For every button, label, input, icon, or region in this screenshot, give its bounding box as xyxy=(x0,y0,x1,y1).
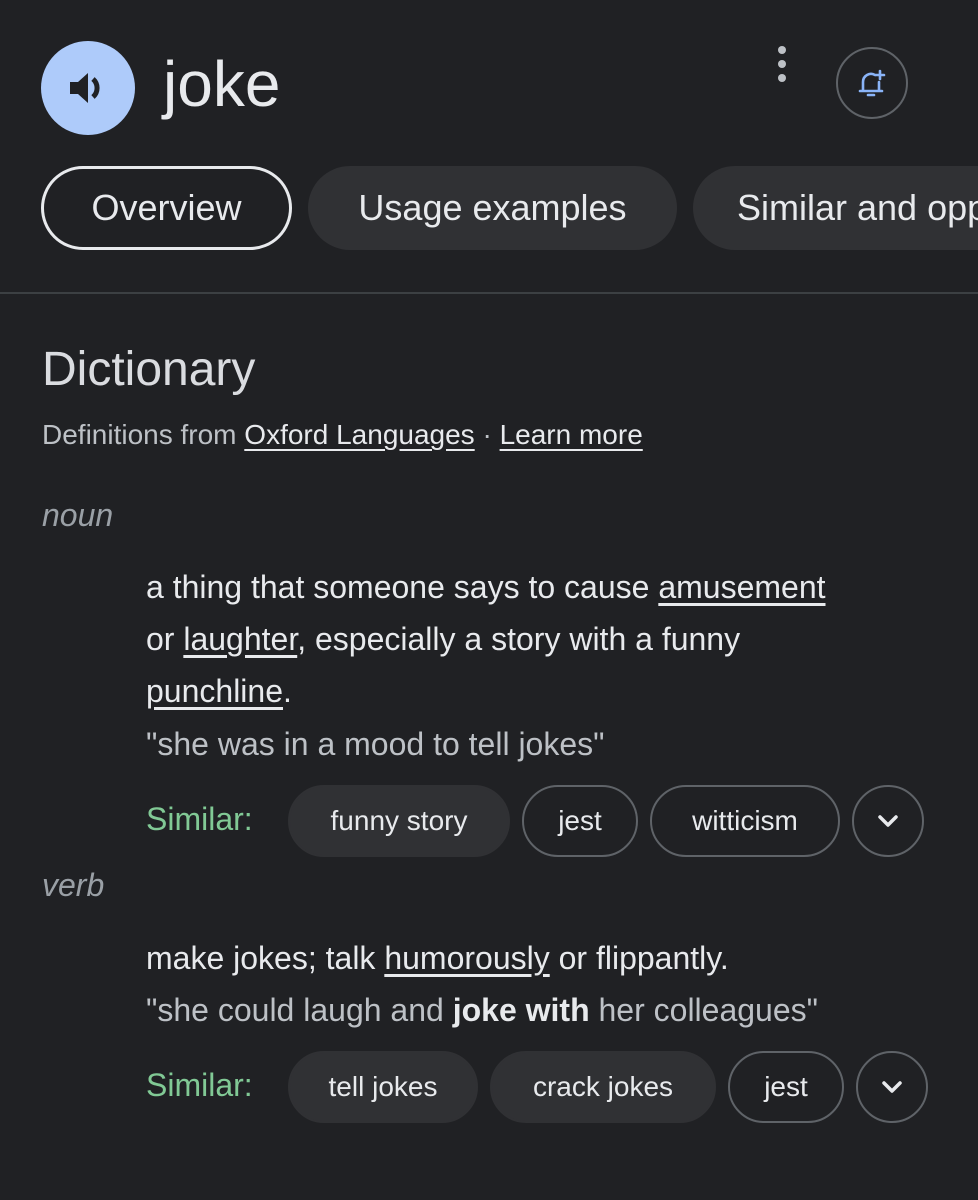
oxford-languages-link[interactable]: Oxford Languages xyxy=(244,419,474,450)
link-humorously[interactable]: humorously xyxy=(384,940,549,976)
definitions-source: Definitions from Oxford Languages · Lear… xyxy=(42,419,643,450)
similar-chip[interactable]: jest xyxy=(522,785,638,857)
definition-noun: a thing that someone says to cause amuse… xyxy=(146,569,826,709)
expand-similar-button[interactable] xyxy=(852,785,924,857)
dictionary-page: joke Overview Usage examples Similar and… xyxy=(0,0,978,1200)
definition-verb: make jokes; talk humorously or flippantl… xyxy=(146,940,729,976)
link-amusement[interactable]: amusement xyxy=(658,569,825,605)
chevron-down-icon xyxy=(882,1081,902,1093)
similar-words-noun: Similar: funny story jest witticism xyxy=(146,785,976,857)
similar-chip[interactable]: witticism xyxy=(650,785,840,857)
similar-label: Similar: xyxy=(146,1067,253,1103)
similar-chip[interactable]: jest xyxy=(728,1051,844,1123)
pronounce-button[interactable] xyxy=(41,41,135,135)
similar-chip[interactable]: tell jokes xyxy=(288,1051,478,1123)
expand-similar-button[interactable] xyxy=(856,1051,928,1123)
divider xyxy=(0,292,978,294)
tab-overview[interactable]: Overview xyxy=(41,166,292,250)
example-noun: "she was in a mood to tell jokes" xyxy=(146,726,605,762)
link-laughter[interactable]: laughter xyxy=(183,621,297,657)
part-of-speech-noun: noun xyxy=(42,497,114,533)
add-alert-icon xyxy=(858,69,886,97)
query-word: joke xyxy=(163,48,281,120)
chevron-down-icon xyxy=(878,815,898,827)
more-vert-icon xyxy=(778,46,786,54)
more-options-button[interactable] xyxy=(762,42,802,86)
add-alert-button[interactable] xyxy=(836,47,908,119)
part-of-speech-verb: verb xyxy=(42,867,105,903)
speaker-icon xyxy=(70,73,100,103)
tab-similar-opposite[interactable]: Similar and opposite words xyxy=(693,166,978,250)
similar-chip[interactable]: funny story xyxy=(288,785,510,857)
similar-chip[interactable]: crack jokes xyxy=(490,1051,716,1123)
similar-label: Similar: xyxy=(146,801,253,837)
tab-usage-examples[interactable]: Usage examples xyxy=(308,166,677,250)
tab-bar: Overview Usage examples Similar and oppo… xyxy=(41,166,978,250)
link-punchline[interactable]: punchline xyxy=(146,673,283,709)
example-verb: "she could laugh and joke with her colle… xyxy=(146,992,818,1028)
similar-words-verb: Similar: tell jokes crack jokes jest xyxy=(146,1051,976,1123)
learn-more-link[interactable]: Learn more xyxy=(500,419,643,450)
section-title: Dictionary xyxy=(42,343,256,396)
